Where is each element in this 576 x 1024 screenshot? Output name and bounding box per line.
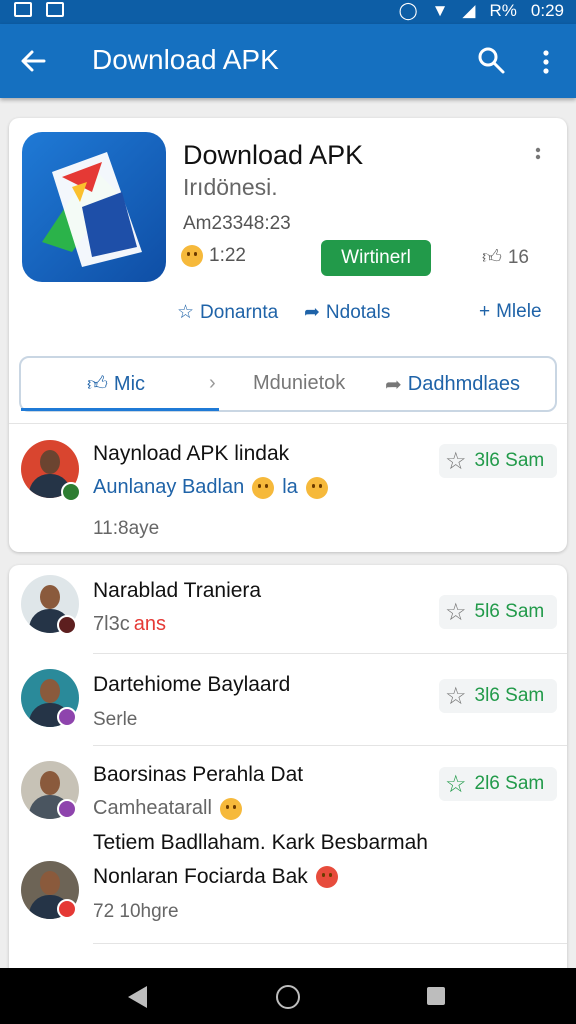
thumb-up-icon: 👍︎: [87, 373, 108, 395]
more-options-icon[interactable]: [535, 47, 557, 77]
status-bar: ◯ ▼ ◢ R% 0:29: [0, 0, 576, 24]
avatar-badge-icon: [57, 899, 77, 919]
plus-icon: +: [479, 301, 491, 322]
clock: 0:29: [530, 1, 564, 20]
action-details[interactable]: ➦ Ndotals: [304, 301, 390, 324]
tab-dadhmdlaes[interactable]: ➦ Dadhmdlaes: [385, 372, 520, 397]
star-outline-icon: ☆: [445, 682, 467, 710]
post-meta: 72 10hgre: [93, 901, 179, 922]
avatar-badge-icon: [57, 799, 77, 819]
photo-notification-icon: [46, 2, 64, 17]
avatar-badge-icon: [61, 482, 81, 502]
post-rating[interactable]: ☆ 5l6 Sam: [439, 595, 557, 629]
nav-back-icon[interactable]: [128, 986, 147, 1008]
post-meta: Serle: [93, 709, 138, 730]
image-notification-icon: [14, 2, 32, 17]
wifi-icon: ▼: [431, 1, 449, 20]
system-nav-bar: [0, 968, 576, 1024]
post-author-name: Baorsinas Perahla Dat: [93, 763, 304, 786]
share-icon: ➦: [304, 302, 320, 323]
app-subtitle: Irıdönesi.: [183, 174, 278, 200]
avatar-badge-icon: [57, 707, 77, 727]
post-rating[interactable]: ☆ 3l6 Sam: [439, 679, 557, 713]
app-likes[interactable]: 👍︎ 16: [482, 246, 529, 269]
grin-emoji-icon: [305, 476, 328, 499]
action-donate[interactable]: ☆ Donarnta: [177, 301, 278, 324]
smile-emoji-icon: [181, 245, 203, 267]
post-author-name: Naynload APK lindak: [93, 442, 290, 465]
post-rating[interactable]: ☆ 3l6 Sam: [439, 444, 557, 478]
post-line-extra: la: [282, 476, 298, 498]
tab-mic[interactable]: 👍︎ Mic: [87, 372, 145, 396]
post-extra-text: Tetiem Badllaham. Kark Besbarmah: [93, 831, 428, 854]
tab-mdunietok[interactable]: Mdunietok: [253, 372, 345, 395]
post-rating-value: 3l6 Sam: [474, 685, 545, 706]
app-version: Am23348:23: [183, 213, 291, 234]
app-title: Download APK: [183, 140, 364, 170]
action-donate-label: Donarnta: [200, 301, 279, 323]
chevron-right-icon: ›: [209, 372, 216, 394]
star-outline-icon: ☆: [445, 598, 467, 626]
app-rating: 1:22: [181, 245, 246, 267]
star-outline-icon: ☆: [445, 447, 467, 475]
post-line: Aunlanay Badlan la: [93, 476, 328, 499]
divider: [93, 653, 567, 654]
angry-emoji-icon: [315, 866, 338, 888]
post-meta-text: 7l3c: [93, 613, 130, 635]
post-author: Nonlaran Fociarda Bak: [93, 865, 338, 889]
tab-mic-label: Mic: [113, 372, 146, 395]
post-meta-text: Camheatarall: [93, 797, 212, 819]
back-arrow-icon[interactable]: [18, 46, 48, 76]
signal-text: R%: [489, 1, 517, 20]
divider: [93, 943, 567, 944]
search-icon[interactable]: [476, 45, 506, 75]
data-saver-icon: ◯: [398, 1, 418, 20]
post-rating-value: 3l6 Sam: [474, 450, 545, 471]
install-button[interactable]: Wirtinerl: [321, 240, 431, 276]
signal-icon: ◢: [462, 1, 476, 20]
post-line-text: Aunlanay Badlan: [93, 476, 245, 498]
post-meta: 7l3c ans: [93, 613, 166, 636]
active-tab-indicator: [21, 408, 219, 411]
action-more-label: Mlele: [496, 301, 542, 322]
post-rating-value: 2l6 Sam: [474, 773, 545, 794]
post-time: 11:8aye: [93, 518, 160, 539]
tongue-emoji-icon: [219, 797, 242, 820]
tab-bar: 👍︎ Mic › Mdunietok ➦ Dadhmdlaes: [19, 356, 557, 412]
post-rating[interactable]: ☆ 2l6 Sam: [439, 767, 557, 801]
nav-recents-icon[interactable]: [427, 987, 445, 1005]
avatar-badge-icon: [57, 615, 77, 635]
divider: [93, 745, 567, 746]
nav-home-icon[interactable]: [276, 985, 300, 1009]
app-rating-value: 1:22: [209, 245, 246, 266]
post-author-name: Dartehiome Baylaard: [93, 673, 291, 696]
posts-card: Narablad Traniera 7l3c ans ☆ 5l6 Sam Dar…: [9, 565, 567, 985]
tab-mdunietok-label: Mdunietok: [253, 372, 346, 394]
action-details-label: Ndotals: [325, 301, 391, 323]
post-rating-value: 5l6 Sam: [474, 601, 545, 622]
likes-count: 16: [507, 246, 529, 268]
share-icon: ➦: [385, 374, 402, 396]
card-more-icon[interactable]: [533, 146, 543, 166]
app-bar-title: Download APK: [92, 44, 279, 75]
post-meta: Camheatarall: [93, 797, 242, 820]
thumb-up-icon: 👍︎: [482, 247, 502, 268]
action-more[interactable]: + Mlele: [479, 301, 542, 323]
laugh-emoji-icon: [252, 476, 275, 499]
post-author-name: Nonlaran Fociarda Bak: [93, 865, 308, 888]
app-detail-card: Download APK Irıdönesi. Am23348:23 1:22 …: [9, 118, 567, 552]
star-outline-icon: ☆: [445, 770, 467, 798]
app-logo-icon: [22, 132, 166, 282]
divider: [9, 423, 567, 424]
post-meta-tag: ans: [133, 613, 166, 635]
app-bar: Download APK: [0, 24, 576, 98]
tab-dadhmdlaes-label: Dadhmdlaes: [407, 373, 521, 395]
post-author-name: Narablad Traniera: [93, 579, 262, 602]
star-outline-icon: ☆: [177, 302, 195, 323]
